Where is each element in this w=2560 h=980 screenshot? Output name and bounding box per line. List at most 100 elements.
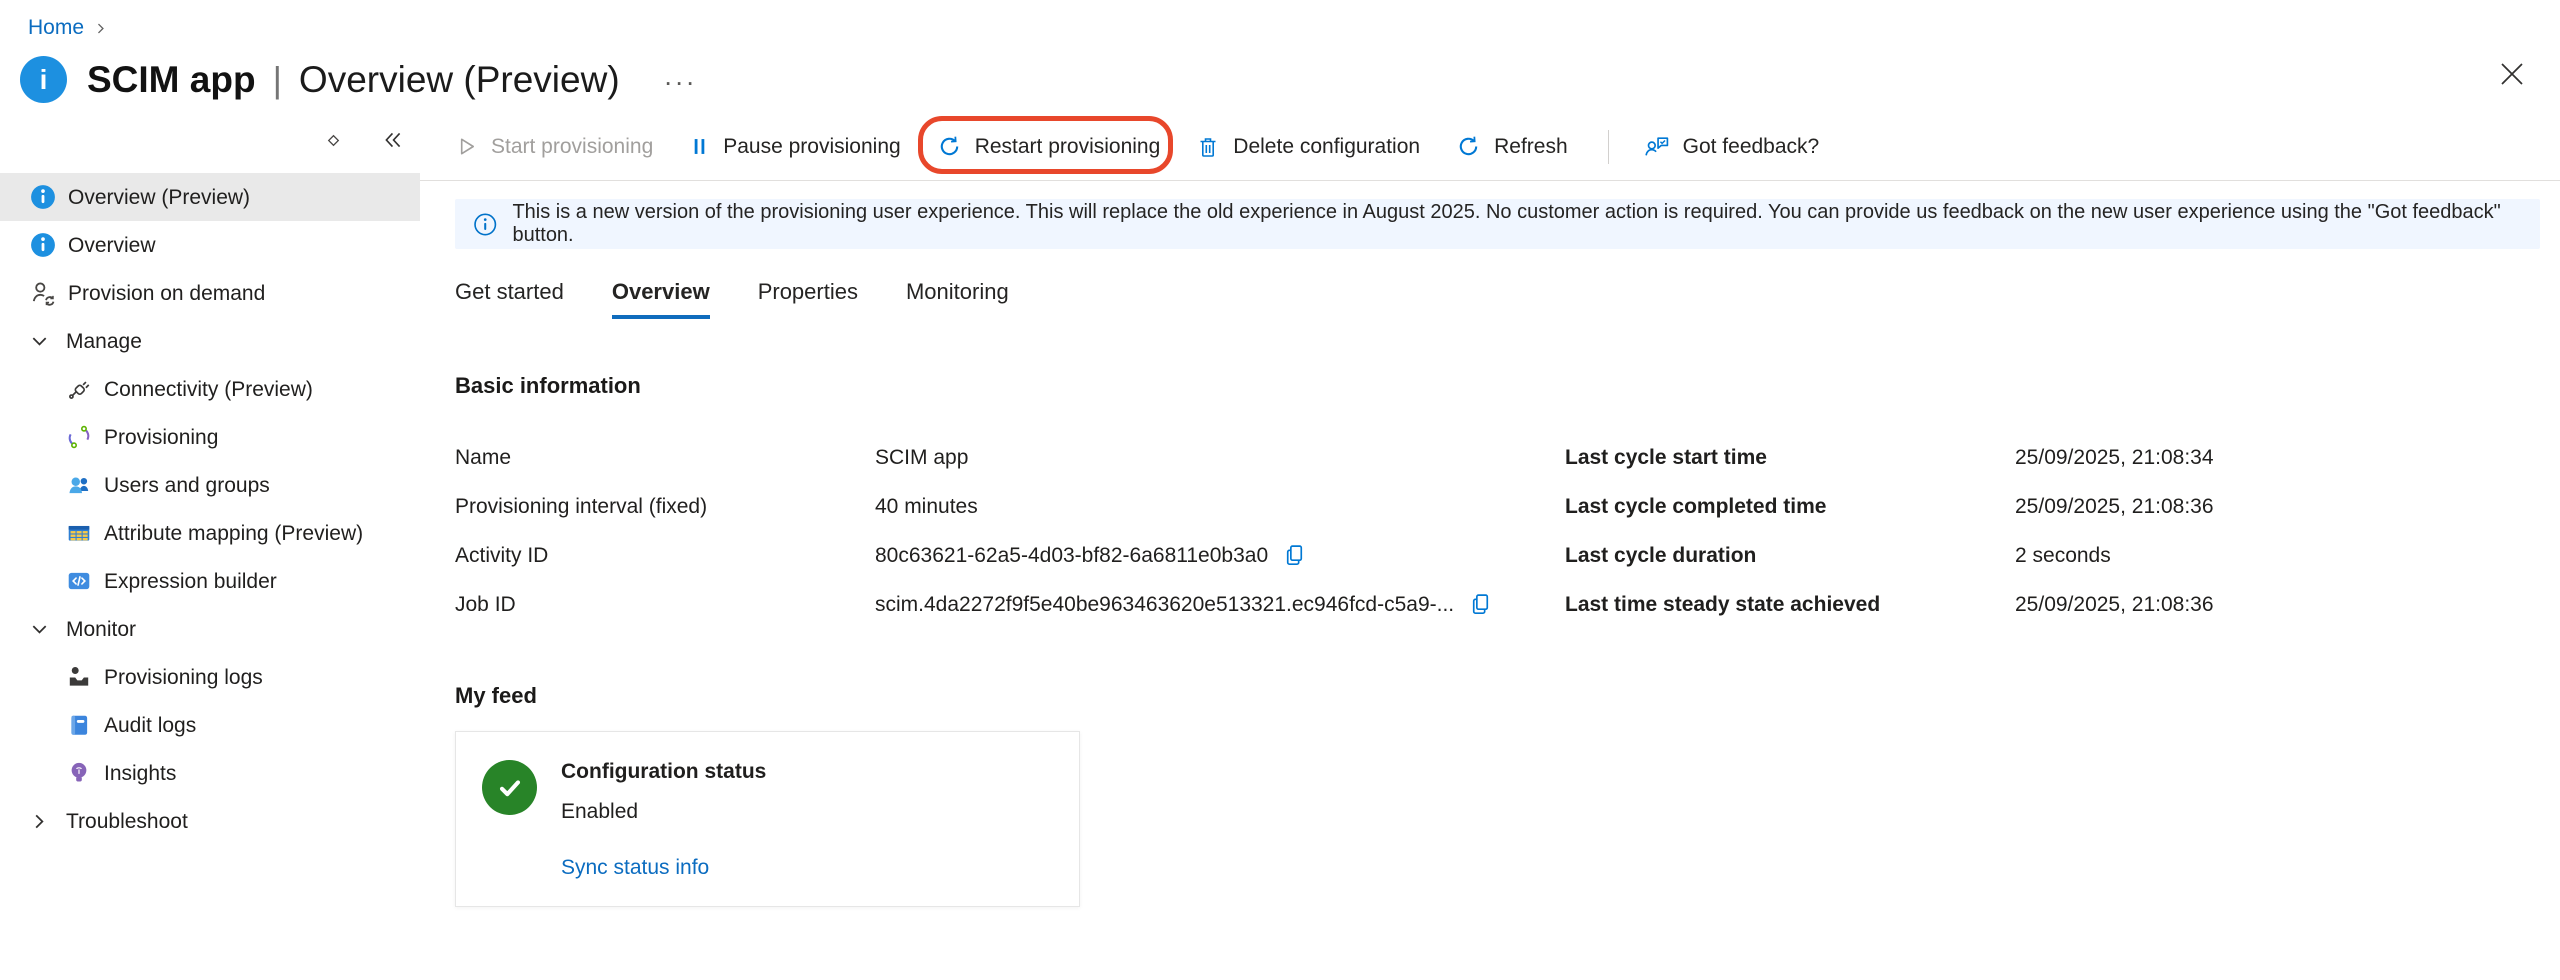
button-label: Start provisioning xyxy=(491,135,653,159)
info-value: 80c63621-62a5-4d03-bf82-6a6811e0b3a0 xyxy=(875,544,1268,568)
person-log-icon xyxy=(66,664,92,690)
feedback-icon xyxy=(1643,134,1670,159)
restart-provisioning-button[interactable]: Restart provisioning xyxy=(937,134,1161,159)
info-label: Last cycle duration xyxy=(1565,544,2015,568)
sidebar-group-monitor[interactable]: Monitor xyxy=(0,605,420,653)
toolbar-separator xyxy=(1608,130,1609,164)
tab-properties[interactable]: Properties xyxy=(758,279,858,319)
sidebar-item-label: Overview (Preview) xyxy=(68,185,250,210)
sidebar-item-label: Provision on demand xyxy=(68,281,265,306)
trash-icon xyxy=(1196,135,1220,159)
start-provisioning-button[interactable]: Start provisioning xyxy=(455,135,653,159)
sidebar-item-label: Attribute mapping (Preview) xyxy=(104,521,363,546)
sidebar-item-provisioning-logs[interactable]: Provisioning logs xyxy=(0,653,420,701)
app-name: SCIM app xyxy=(87,59,256,101)
sidebar-group-label: Monitor xyxy=(66,617,136,642)
info-row-activity-id: Activity ID 80c63621-62a5-4d03-bf82-6a68… xyxy=(455,531,1565,580)
sidebar-item-label: Users and groups xyxy=(104,473,270,498)
card-body: Configuration status Enabled Sync status… xyxy=(561,760,766,880)
info-icon xyxy=(30,232,56,258)
sidebar: Overview (Preview) Overview Provision on… xyxy=(0,113,420,907)
info-value: 25/09/2025, 21:08:36 xyxy=(2015,495,2214,519)
sidebar-item-label: Provisioning xyxy=(104,425,218,450)
basic-information-grid: Name SCIM app Provisioning interval (fix… xyxy=(455,433,2560,629)
copy-job-id-button[interactable] xyxy=(1468,592,1493,617)
sidebar-group-label: Manage xyxy=(66,329,142,354)
button-label: Delete configuration xyxy=(1233,135,1420,159)
got-feedback-button[interactable]: Got feedback? xyxy=(1643,134,1820,159)
breadcrumb-chevron-icon xyxy=(94,22,107,35)
info-row-job-id: Job ID scim.4da2272f9f5e40be963463620e51… xyxy=(455,580,1565,629)
info-value: SCIM app xyxy=(875,446,968,470)
info-row-last-cycle-start: Last cycle start time 25/09/2025, 21:08:… xyxy=(1565,433,2560,482)
person-sync-icon xyxy=(30,280,56,306)
close-icon[interactable] xyxy=(2496,58,2528,90)
check-circle-icon xyxy=(482,760,537,815)
sidebar-group-label: Troubleshoot xyxy=(66,809,188,834)
book-icon xyxy=(66,712,92,738)
info-value: 40 minutes xyxy=(875,495,978,519)
sidebar-item-audit-logs[interactable]: Audit logs xyxy=(0,701,420,749)
tab-bar: Get started Overview Properties Monitori… xyxy=(455,279,2560,319)
more-options-icon[interactable]: ··· xyxy=(664,67,697,98)
dock-icon[interactable] xyxy=(325,132,342,149)
sidebar-item-overview[interactable]: Overview xyxy=(0,221,420,269)
restart-icon xyxy=(937,134,962,159)
info-outline-icon xyxy=(473,212,497,237)
button-label: Got feedback? xyxy=(1683,135,1820,159)
sidebar-item-provisioning[interactable]: Provisioning xyxy=(0,413,420,461)
info-row-last-cycle-completed: Last cycle completed time 25/09/2025, 21… xyxy=(1565,482,2560,531)
info-value: scim.4da2272f9f5e40be963463620e513321.ec… xyxy=(875,593,1454,617)
info-row-steady-state: Last time steady state achieved 25/09/20… xyxy=(1565,580,2560,629)
sidebar-item-insights[interactable]: Insights xyxy=(0,749,420,797)
card-title: Configuration status xyxy=(561,760,766,784)
info-label: Last cycle start time xyxy=(1565,446,2015,470)
sidebar-item-attribute-mapping[interactable]: Attribute mapping (Preview) xyxy=(0,509,420,557)
info-value: 25/09/2025, 21:08:34 xyxy=(2015,446,2214,470)
sidebar-item-overview-preview[interactable]: Overview (Preview) xyxy=(0,173,420,221)
sidebar-item-label: Overview xyxy=(68,233,156,258)
sidebar-item-connectivity[interactable]: Connectivity (Preview) xyxy=(0,365,420,413)
status-value: Enabled xyxy=(561,800,766,824)
sync-arrows-icon xyxy=(66,424,92,450)
copy-icon xyxy=(1282,543,1307,568)
main-layout: Overview (Preview) Overview Provision on… xyxy=(0,113,2560,907)
configuration-status-card: Configuration status Enabled Sync status… xyxy=(455,731,1080,907)
page-header: i SCIM app | Overview (Preview) ··· xyxy=(0,40,2560,103)
content-pane: Start provisioning Pause provisioning Re… xyxy=(420,113,2560,907)
chevron-down-icon xyxy=(30,332,49,351)
sidebar-item-provision-on-demand[interactable]: Provision on demand xyxy=(0,269,420,317)
refresh-icon xyxy=(1456,134,1481,159)
tab-get-started[interactable]: Get started xyxy=(455,279,564,319)
pause-icon xyxy=(689,135,710,158)
sidebar-nav: Overview (Preview) Overview Provision on… xyxy=(0,173,420,845)
info-row-name: Name SCIM app xyxy=(455,433,1565,482)
play-icon xyxy=(455,135,478,158)
sidebar-item-expression-builder[interactable]: Expression builder xyxy=(0,557,420,605)
breadcrumb-home-link[interactable]: Home xyxy=(28,16,84,40)
tab-overview[interactable]: Overview xyxy=(612,279,710,319)
collapse-sidebar-icon[interactable] xyxy=(382,131,404,149)
copy-activity-id-button[interactable] xyxy=(1282,543,1307,568)
copy-icon xyxy=(1468,592,1493,617)
command-bar: Start provisioning Pause provisioning Re… xyxy=(420,113,2560,181)
sidebar-item-label: Audit logs xyxy=(104,713,196,738)
plug-icon xyxy=(66,376,92,402)
sidebar-group-troubleshoot[interactable]: Troubleshoot xyxy=(0,797,420,845)
info-row-last-cycle-duration: Last cycle duration 2 seconds xyxy=(1565,531,2560,580)
delete-configuration-button[interactable]: Delete configuration xyxy=(1196,135,1420,159)
sidebar-item-label: Insights xyxy=(104,761,176,786)
info-label: Provisioning interval (fixed) xyxy=(455,495,875,519)
sidebar-group-manage[interactable]: Manage xyxy=(0,317,420,365)
sync-status-info-link[interactable]: Sync status info xyxy=(561,856,709,880)
sidebar-item-users-and-groups[interactable]: Users and groups xyxy=(0,461,420,509)
page-title: SCIM app | Overview (Preview) xyxy=(87,59,620,101)
basic-information-heading: Basic information xyxy=(455,373,2560,399)
tab-monitoring[interactable]: Monitoring xyxy=(906,279,1009,319)
sidebar-item-label: Connectivity (Preview) xyxy=(104,377,313,402)
basic-info-right-column: Last cycle start time 25/09/2025, 21:08:… xyxy=(1565,433,2560,629)
app-info-icon: i xyxy=(20,56,67,103)
pause-provisioning-button[interactable]: Pause provisioning xyxy=(689,135,900,159)
refresh-button[interactable]: Refresh xyxy=(1456,134,1568,159)
info-icon xyxy=(30,184,56,210)
